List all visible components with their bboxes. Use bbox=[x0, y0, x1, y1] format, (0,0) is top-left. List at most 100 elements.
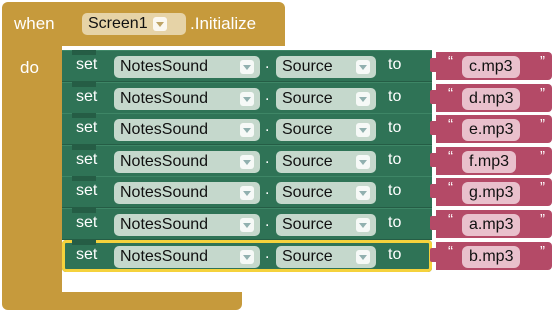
to-label: to bbox=[388, 119, 402, 136]
chevron-down-icon bbox=[240, 60, 254, 74]
block-connector-notch bbox=[72, 50, 96, 55]
close-quote: ” bbox=[540, 85, 545, 102]
string-value-field[interactable]: c.mp3 bbox=[462, 56, 520, 78]
dot-separator: . bbox=[265, 181, 270, 198]
block-plug bbox=[430, 121, 438, 135]
property-dropdown[interactable]: Source bbox=[276, 88, 376, 110]
component-label: NotesSound bbox=[120, 153, 209, 170]
set-label: set bbox=[76, 88, 98, 105]
close-quote: ” bbox=[540, 116, 545, 133]
component-dropdown[interactable]: NotesSound bbox=[114, 88, 260, 110]
close-quote: ” bbox=[540, 179, 545, 196]
component-dropdown[interactable]: NotesSound bbox=[114, 182, 260, 204]
string-value-field[interactable]: g.mp3 bbox=[462, 182, 521, 204]
set-notessound-source-block[interactable]: set NotesSound . Source to bbox=[62, 240, 432, 272]
chevron-down-icon bbox=[356, 250, 370, 264]
string-value-field[interactable]: a.mp3 bbox=[462, 214, 521, 236]
property-dropdown[interactable]: Source bbox=[276, 151, 376, 173]
chevron-down-icon bbox=[240, 250, 254, 264]
text-string-block[interactable]: “ g.mp3 ” bbox=[430, 178, 552, 206]
set-label: set bbox=[76, 214, 98, 231]
block-plug bbox=[430, 248, 438, 262]
string-value-field[interactable]: f.mp3 bbox=[462, 151, 517, 173]
component-dropdown[interactable]: NotesSound bbox=[114, 56, 260, 78]
text-string-block[interactable]: “ a.mp3 ” bbox=[430, 210, 552, 238]
text-string-block[interactable]: “ e.mp3 ” bbox=[430, 115, 552, 143]
set-notessound-source-block[interactable]: set NotesSound . Source to bbox=[62, 82, 432, 114]
property-dropdown[interactable]: Source bbox=[276, 119, 376, 141]
to-label: to bbox=[388, 56, 402, 73]
component-dropdown[interactable]: NotesSound bbox=[114, 214, 260, 236]
dot-separator: . bbox=[265, 245, 270, 262]
block-plug bbox=[430, 58, 438, 72]
component-dropdown[interactable]: NotesSound bbox=[114, 119, 260, 141]
chevron-down-icon bbox=[152, 17, 167, 31]
property-label: Source bbox=[282, 90, 333, 107]
set-notessound-source-block[interactable]: set NotesSound . Source to bbox=[62, 113, 432, 145]
string-value-field[interactable]: d.mp3 bbox=[462, 88, 521, 110]
property-dropdown[interactable]: Source bbox=[276, 182, 376, 204]
block-plug bbox=[430, 90, 438, 104]
string-value-field[interactable]: e.mp3 bbox=[462, 119, 521, 141]
component-dropdown[interactable]: NotesSound bbox=[114, 246, 260, 268]
close-quote: ” bbox=[540, 243, 545, 260]
when-label: when bbox=[14, 14, 55, 33]
event-block-footer bbox=[2, 292, 242, 310]
block-connector-notch bbox=[72, 176, 96, 181]
block-plug bbox=[430, 153, 438, 167]
property-label: Source bbox=[282, 121, 333, 138]
do-label: do bbox=[20, 58, 39, 77]
close-quote: ” bbox=[540, 211, 545, 228]
set-notessound-source-block[interactable]: set NotesSound . Source to bbox=[62, 50, 432, 82]
block-plug bbox=[430, 216, 438, 230]
to-label: to bbox=[388, 214, 402, 231]
block-connector-notch bbox=[72, 145, 96, 150]
event-component-label: Screen1 bbox=[88, 15, 148, 32]
open-quote: “ bbox=[448, 243, 453, 260]
component-dropdown[interactable]: NotesSound bbox=[114, 151, 260, 173]
chevron-down-icon bbox=[356, 60, 370, 74]
property-dropdown[interactable]: Source bbox=[276, 214, 376, 236]
text-string-block[interactable]: “ c.mp3 ” bbox=[430, 52, 552, 80]
component-label: NotesSound bbox=[120, 121, 209, 138]
block-connector-notch bbox=[72, 208, 96, 213]
text-string-block[interactable]: “ f.mp3 ” bbox=[430, 147, 552, 175]
set-notessound-source-block[interactable]: set NotesSound . Source to bbox=[62, 208, 432, 240]
text-string-block[interactable]: “ b.mp3 ” bbox=[430, 242, 552, 270]
to-label: to bbox=[388, 151, 402, 168]
chevron-down-icon bbox=[356, 218, 370, 232]
property-dropdown[interactable]: Source bbox=[276, 56, 376, 78]
event-name-label: .Initialize bbox=[190, 14, 257, 33]
component-label: NotesSound bbox=[120, 184, 209, 201]
chevron-down-icon bbox=[240, 186, 254, 200]
dot-separator: . bbox=[265, 150, 270, 167]
open-quote: “ bbox=[448, 148, 453, 165]
dot-separator: . bbox=[265, 118, 270, 135]
set-notessound-source-block[interactable]: set NotesSound . Source to bbox=[62, 176, 432, 208]
open-quote: “ bbox=[448, 85, 453, 102]
set-label: set bbox=[76, 119, 98, 136]
screen1-initialize-event-block[interactable]: when Screen1 .Initialize do set NotesSou… bbox=[0, 0, 558, 318]
property-label: Source bbox=[282, 184, 333, 201]
chevron-down-icon bbox=[356, 186, 370, 200]
to-label: to bbox=[388, 88, 402, 105]
chevron-down-icon bbox=[356, 123, 370, 137]
dot-separator: . bbox=[265, 213, 270, 230]
chevron-down-icon bbox=[240, 123, 254, 137]
set-label: set bbox=[76, 151, 98, 168]
chevron-down-icon bbox=[240, 92, 254, 106]
set-notessound-source-block[interactable]: set NotesSound . Source to bbox=[62, 145, 432, 177]
component-label: NotesSound bbox=[120, 216, 209, 233]
open-quote: “ bbox=[448, 116, 453, 133]
component-label: NotesSound bbox=[120, 248, 209, 265]
text-string-block[interactable]: “ d.mp3 ” bbox=[430, 84, 552, 112]
component-label: NotesSound bbox=[120, 90, 209, 107]
set-label: set bbox=[76, 246, 98, 263]
event-component-dropdown[interactable]: Screen1 bbox=[82, 13, 186, 35]
property-dropdown[interactable]: Source bbox=[276, 246, 376, 268]
chevron-down-icon bbox=[240, 218, 254, 232]
chevron-down-icon bbox=[356, 155, 370, 169]
string-value-field[interactable]: b.mp3 bbox=[462, 246, 521, 268]
dot-separator: . bbox=[265, 55, 270, 72]
event-block-body bbox=[2, 44, 62, 294]
